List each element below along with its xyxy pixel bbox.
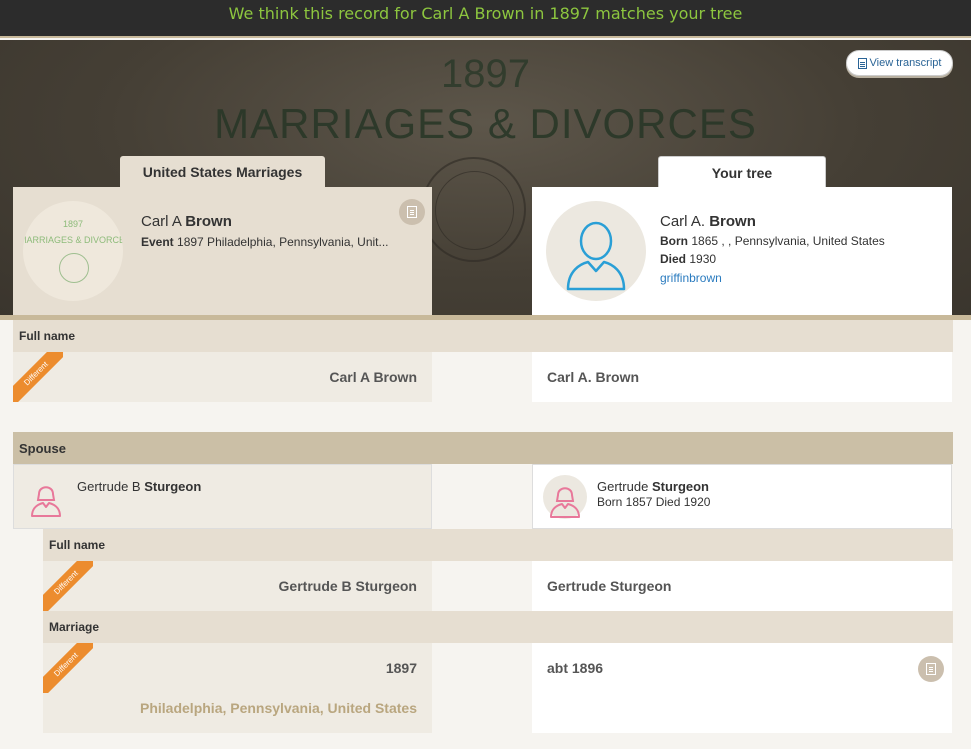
document-glyph-icon xyxy=(407,206,417,218)
tree-born-line: Born 1865 , , Pennsylvania, United State… xyxy=(660,234,940,248)
spouse-full-name-record-value: Gertrude B Sturgeon xyxy=(278,578,417,594)
different-badge-label: Different xyxy=(43,561,93,611)
full-name-record-value: Carl A Brown xyxy=(329,369,417,385)
seal-icon xyxy=(421,157,526,262)
spouse-record-cell: Gertrude B Sturgeon xyxy=(13,464,432,529)
marriage-document-icon[interactable] xyxy=(918,656,944,682)
spouse-tree-given: Gertrude xyxy=(597,479,649,494)
died-value: 1930 xyxy=(689,252,717,266)
spouse-full-name-tree-value: Gertrude Sturgeon xyxy=(547,578,672,594)
spouse-full-name-header: Full name xyxy=(43,529,953,561)
thumbnail-title: MARRIAGES & DIVORCES xyxy=(23,235,123,245)
marriage-record-place: Philadelphia, Pennsylvania, United State… xyxy=(140,700,417,716)
marriage-record-cell: Different 1897 Philadelphia, Pennsylvani… xyxy=(43,643,432,733)
tab-tree-label: Your tree xyxy=(711,164,773,181)
marriage-tree-cell: abt 1896 xyxy=(532,643,952,733)
female-avatar-icon xyxy=(24,474,68,518)
full-name-header: Full name xyxy=(13,320,953,352)
document-glyph-icon xyxy=(926,663,936,675)
spouse-tree-surname: Sturgeon xyxy=(651,479,709,494)
marriage-record-year: 1897 xyxy=(385,660,417,676)
spouse-tree-lifespan: Born 1857 Died 1920 xyxy=(597,495,711,509)
died-label: Died xyxy=(660,252,687,266)
spouse-tree-cell: Gertrude Sturgeon Born 1857 Died 1920 xyxy=(532,464,952,529)
full-name-label: Full name xyxy=(19,329,76,343)
male-avatar-icon xyxy=(546,201,646,301)
record-person-name[interactable]: Carl A Brown xyxy=(141,213,232,230)
spouse-record-name[interactable]: Gertrude B Sturgeon xyxy=(77,479,201,494)
born-value: 1865 , , Pennsylvania, United States xyxy=(691,234,885,248)
full-name-tree-value: Carl A. Brown xyxy=(547,369,640,385)
spouse-record-surname: Sturgeon xyxy=(144,479,202,494)
spouse-tree-name[interactable]: Gertrude Sturgeon xyxy=(597,479,709,494)
record-summary-card: 1897 MARRIAGES & DIVORCES Carl A Brown E… xyxy=(13,187,432,316)
spouse-label: Spouse xyxy=(19,440,66,456)
different-badge-label: Different xyxy=(43,643,93,693)
record-event-line: Event 1897 Philadelphia, Pennsylvania, U… xyxy=(141,235,419,249)
thumbnail-seal-icon xyxy=(59,253,89,283)
spouse-record-given: Gertrude B xyxy=(77,479,141,494)
record-surname: Brown xyxy=(185,213,232,230)
tree-given-name: Carl A. xyxy=(660,213,706,230)
tree-person-card: Carl A. Brown Born 1865 , , Pennsylvania… xyxy=(532,187,952,316)
different-badge-label: Different xyxy=(13,352,63,402)
marriage-tree-value: abt 1896 xyxy=(547,660,604,676)
spouse-full-name-tree-cell: Gertrude Sturgeon xyxy=(532,561,952,611)
thumbnail-year: 1897 xyxy=(62,219,84,229)
record-given-name: Carl A xyxy=(141,213,182,230)
marriage-label: Marriage xyxy=(49,620,100,634)
different-badge: Different xyxy=(43,643,93,693)
different-badge: Different xyxy=(13,352,63,402)
event-value: 1897 Philadelphia, Pennsylvania, Unit... xyxy=(177,235,389,249)
tree-died-line: Died 1930 xyxy=(660,252,940,266)
tab-your-tree: Your tree xyxy=(658,156,826,188)
view-transcript-label: View transcript xyxy=(869,57,942,69)
tab-record-collection: United States Marriages xyxy=(120,156,325,188)
match-banner: We think this record for Carl A Brown in… xyxy=(0,0,971,38)
hero-year: 1897 xyxy=(441,52,530,96)
born-label: Born xyxy=(660,234,688,248)
female-avatar-icon xyxy=(543,475,587,519)
view-transcript-button[interactable]: View transcript xyxy=(846,50,953,76)
marriage-header: Marriage xyxy=(43,611,953,643)
full-name-record-cell: Different Carl A Brown xyxy=(13,352,432,402)
tree-surname: Brown xyxy=(709,213,756,230)
tree-person-name[interactable]: Carl A. Brown xyxy=(660,213,756,230)
hero-title: MARRIAGES & DIVORCES xyxy=(214,100,757,147)
tree-owner-link[interactable]: griffinbrown xyxy=(660,271,722,285)
different-badge: Different xyxy=(43,561,93,611)
record-document-icon[interactable] xyxy=(399,199,425,225)
match-message: We think this record for Carl A Brown in… xyxy=(228,4,743,23)
spouse-full-name-record-cell: Different Gertrude B Sturgeon xyxy=(43,561,432,611)
event-label: Event xyxy=(141,235,174,249)
full-name-tree-cell: Carl A. Brown xyxy=(532,352,952,402)
spouse-header: Spouse xyxy=(13,432,953,464)
spouse-full-name-label: Full name xyxy=(49,538,106,552)
document-icon xyxy=(857,57,867,69)
tab-record-label: United States Marriages xyxy=(142,164,303,180)
record-thumbnail[interactable]: 1897 MARRIAGES & DIVORCES xyxy=(23,201,123,301)
